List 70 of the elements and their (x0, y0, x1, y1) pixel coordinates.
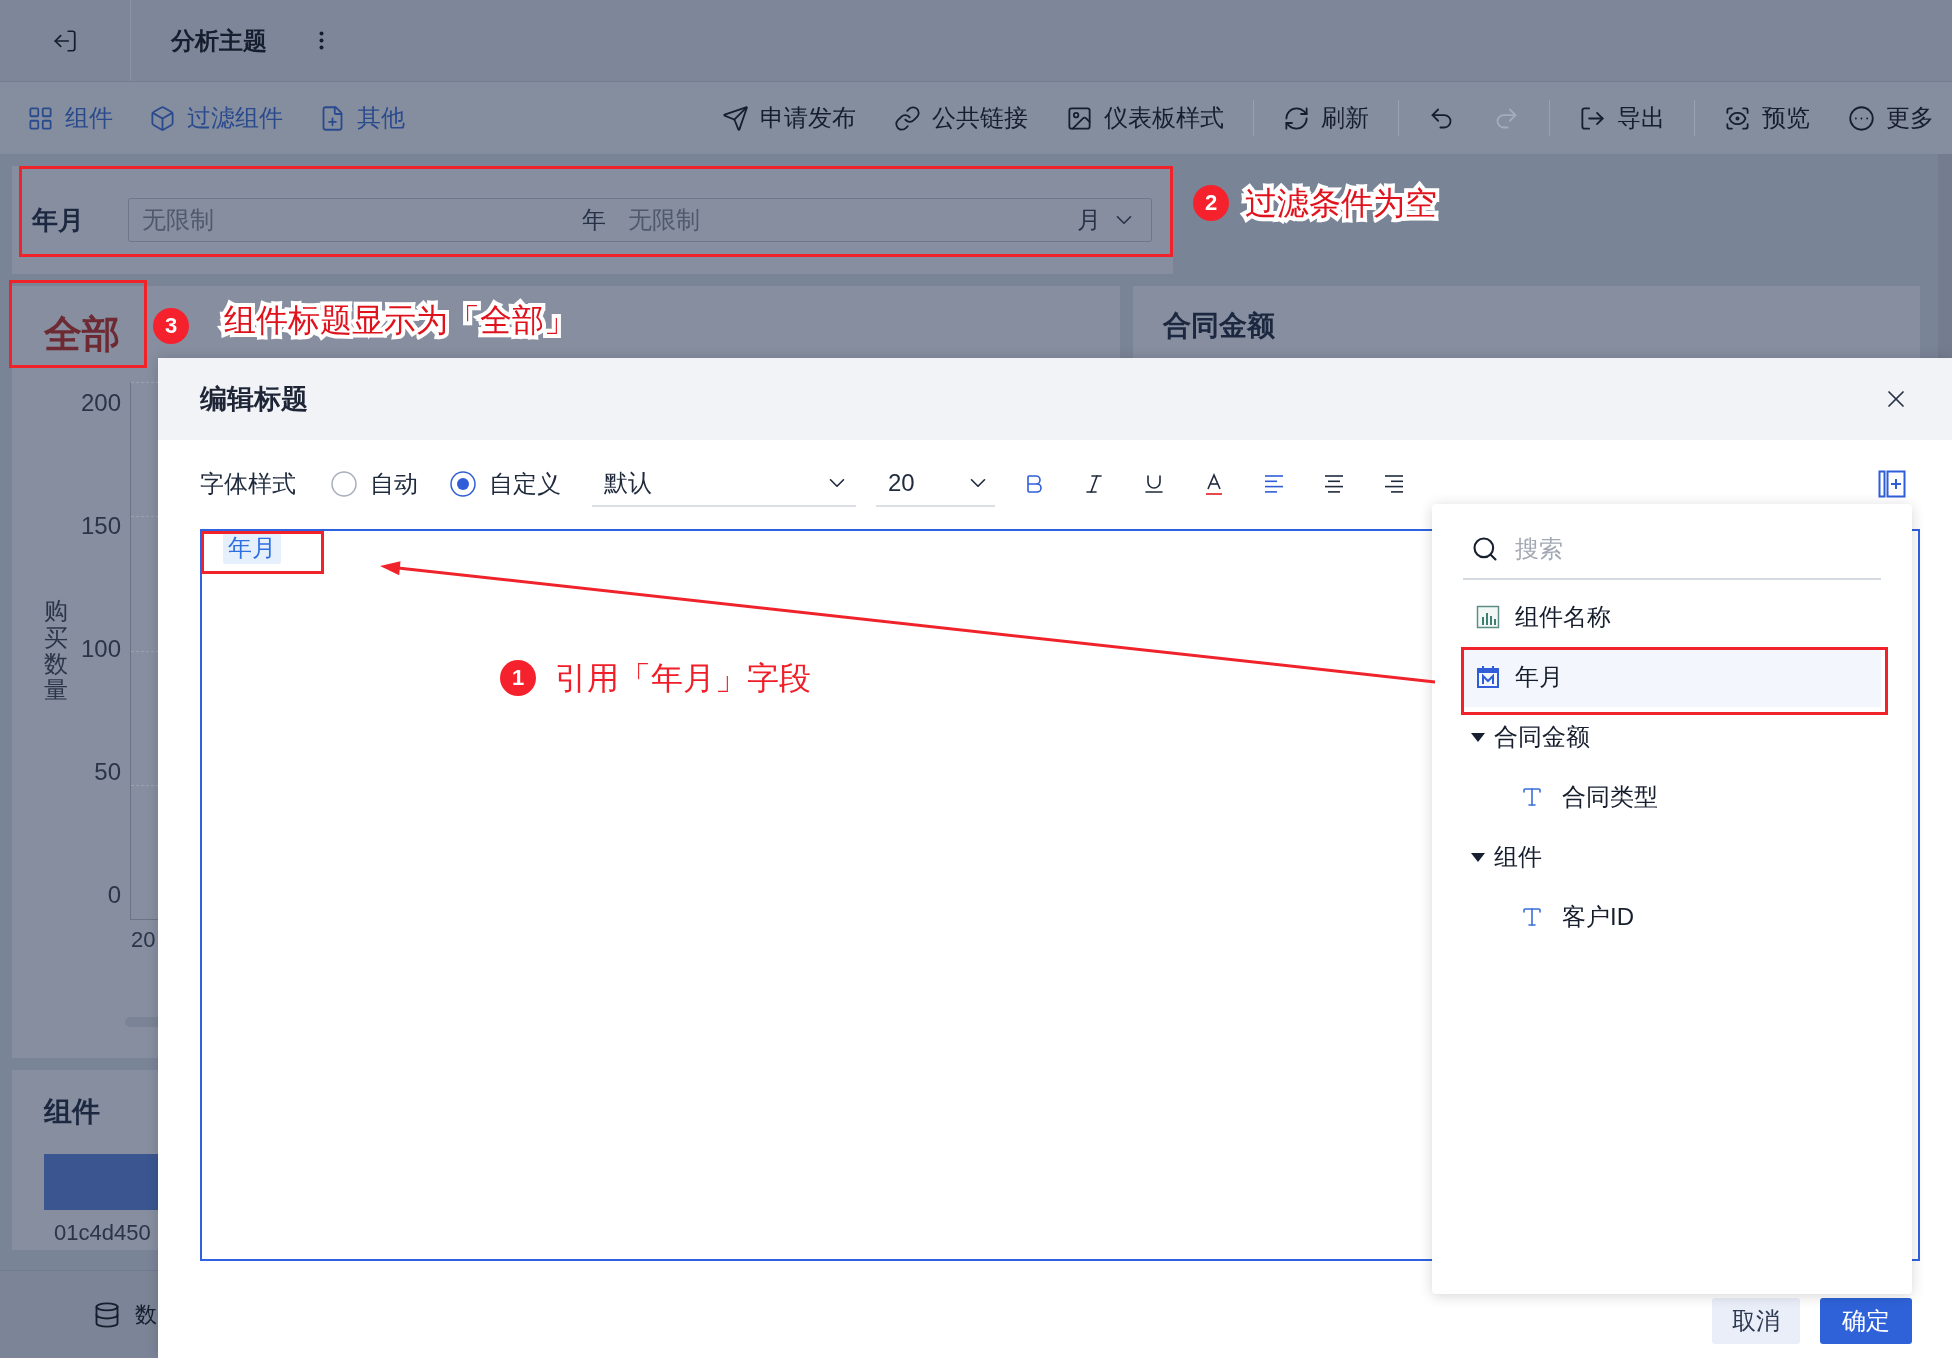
radio-option[interactable]: 自定义 (450, 469, 561, 499)
text-type-icon (1520, 905, 1544, 929)
publish-button[interactable]: 申请发布 (722, 103, 856, 133)
kebab-menu-icon (319, 31, 324, 50)
align-center-icon (1322, 472, 1346, 496)
axis-tick-label: 100 (80, 636, 121, 662)
table-cell: 01c4d450 (54, 1220, 151, 1246)
font-select[interactable]: 默认 (592, 461, 856, 507)
export-button[interactable]: 导出 (1579, 103, 1665, 133)
text-type-icon (1520, 785, 1544, 809)
cube-icon (149, 104, 176, 132)
exit-icon (52, 27, 78, 54)
unit-label: 年 (582, 205, 606, 235)
more-button[interactable]: 更多 (1848, 103, 1934, 133)
preview-button[interactable]: 预览 (1724, 103, 1810, 133)
paper-plane-icon (722, 104, 749, 132)
filter-label: 年月 (32, 204, 84, 236)
search-input[interactable]: 搜索 (1515, 531, 1881, 567)
search-icon (1471, 535, 1499, 563)
insert-field-button[interactable] (1878, 470, 1906, 498)
axis-tick-label: 20 (131, 927, 156, 953)
filter-component-button[interactable]: 过滤组件 (149, 103, 283, 133)
underline-icon (1142, 472, 1166, 496)
font-size-select[interactable]: 20 (876, 461, 995, 507)
align-right-icon (1382, 472, 1406, 496)
field-item[interactable]: 客户ID (1463, 887, 1881, 947)
grid-icon (27, 104, 54, 132)
card-title: 组件 (44, 1096, 100, 1128)
back-button[interactable] (52, 27, 78, 54)
dashboard-title: 分析主题 (171, 25, 267, 56)
field-group-item[interactable]: 合同金额 (1463, 707, 1881, 767)
axis-tick-label: 150 (80, 513, 121, 539)
field-item[interactable]: 年月 (1463, 647, 1881, 707)
unit-label: 月 (1077, 205, 1101, 235)
field-group-item[interactable]: 组件 (1463, 827, 1881, 887)
add-component-button[interactable]: 组件 (27, 103, 113, 133)
cancel-button[interactable]: 取消 (1712, 1298, 1800, 1344)
radio-option[interactable]: 自动 (331, 469, 418, 499)
field-item[interactable]: 合同类型 (1463, 767, 1881, 827)
axis-title: 购买数量 (44, 598, 68, 704)
eye-scan-icon (1724, 104, 1751, 132)
refresh-icon (1283, 104, 1310, 132)
step-number-marker: 2 (1193, 185, 1229, 221)
refresh-button[interactable]: 刷新 (1283, 103, 1369, 133)
align-left-icon (1262, 472, 1286, 496)
field-token[interactable]: 年月 (223, 532, 281, 564)
confirm-button[interactable]: 确定 (1820, 1298, 1912, 1344)
bar-chart-icon (1476, 605, 1500, 629)
more-options-button[interactable] (319, 31, 324, 50)
insert-column-icon (1878, 470, 1906, 498)
annotation-text: 引用「年月」字段 (555, 659, 811, 697)
annotation-text: 组件标题显示为「全部」 (224, 301, 576, 339)
annotation-text: 过滤条件为空 (1245, 184, 1437, 222)
image-icon (1066, 104, 1093, 132)
dashboard-style-button[interactable]: 仪表板样式 (1066, 103, 1224, 133)
axis-tick-label: 0 (107, 882, 121, 908)
dialog-title: 编辑标题 (200, 383, 308, 416)
database-icon (93, 1300, 121, 1329)
calendar-icon (1476, 665, 1500, 689)
card-title: 合同金额 (1163, 310, 1275, 341)
more-icon (1848, 104, 1875, 132)
link-icon (894, 104, 921, 132)
other-button[interactable]: 其他 (319, 103, 405, 133)
font-style-label: 字体样式 (200, 469, 296, 499)
bottom-bar-label: 数 (135, 1300, 157, 1329)
card-title: 全部 (44, 314, 120, 354)
axis-tick-label: 200 (80, 390, 121, 416)
field-item[interactable]: 组件名称 (1463, 587, 1881, 647)
public-link-button[interactable]: 公共链接 (894, 103, 1028, 133)
axis-tick-label: 50 (94, 759, 121, 785)
